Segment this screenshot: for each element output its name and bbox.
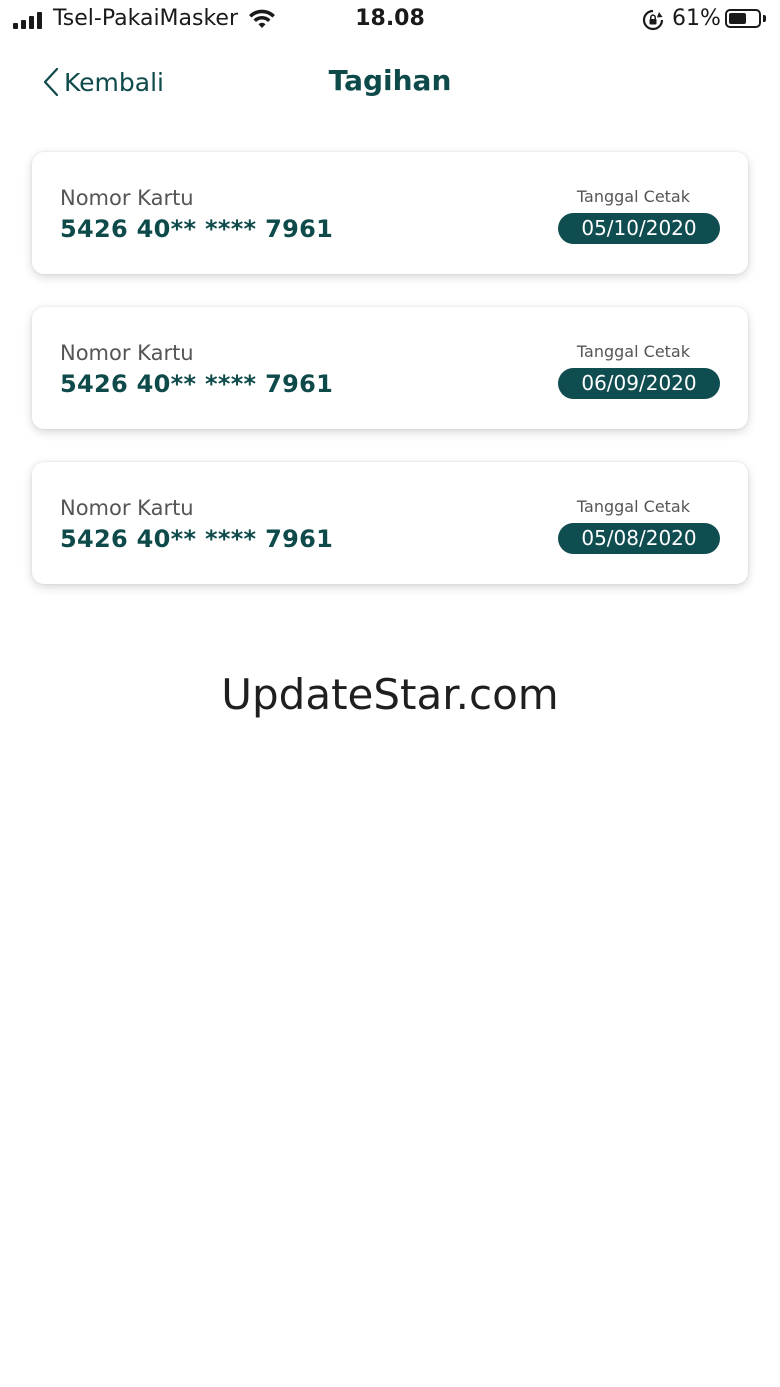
page-title: Tagihan (328, 64, 452, 97)
print-date-badge: 05/08/2020 (558, 523, 720, 554)
card-number-label: Nomor Kartu (60, 496, 194, 520)
watermark: UpdateStar.com (221, 670, 559, 719)
print-date-badge: 05/10/2020 (558, 213, 720, 244)
print-date-label: Tanggal Cetak (576, 497, 690, 516)
card-number-label: Nomor Kartu (60, 186, 194, 210)
battery-icon (725, 9, 761, 28)
print-date-label: Tanggal Cetak (576, 187, 690, 206)
card-number-label: Nomor Kartu (60, 341, 194, 365)
bill-card[interactable]: Nomor Kartu 5426 40** **** 7961 Tanggal … (32, 307, 748, 429)
battery-percent: 61% (672, 6, 721, 31)
battery-tip (763, 15, 766, 22)
card-number: 5426 40** **** 7961 (60, 215, 334, 243)
bill-card[interactable]: Nomor Kartu 5426 40** **** 7961 Tanggal … (32, 462, 748, 584)
status-bar: Tsel-PakaiMasker 18.08 61% (0, 0, 780, 42)
bill-card[interactable]: Nomor Kartu 5426 40** **** 7961 Tanggal … (32, 152, 748, 274)
print-date-label: Tanggal Cetak (576, 342, 690, 361)
card-number: 5426 40** **** 7961 (60, 370, 334, 398)
bill-list: Nomor Kartu 5426 40** **** 7961 Tanggal … (32, 152, 748, 617)
print-date-badge: 06/09/2020 (558, 368, 720, 399)
card-number: 5426 40** **** 7961 (60, 525, 334, 553)
battery-fill (729, 13, 747, 24)
orientation-lock-icon (642, 9, 664, 31)
